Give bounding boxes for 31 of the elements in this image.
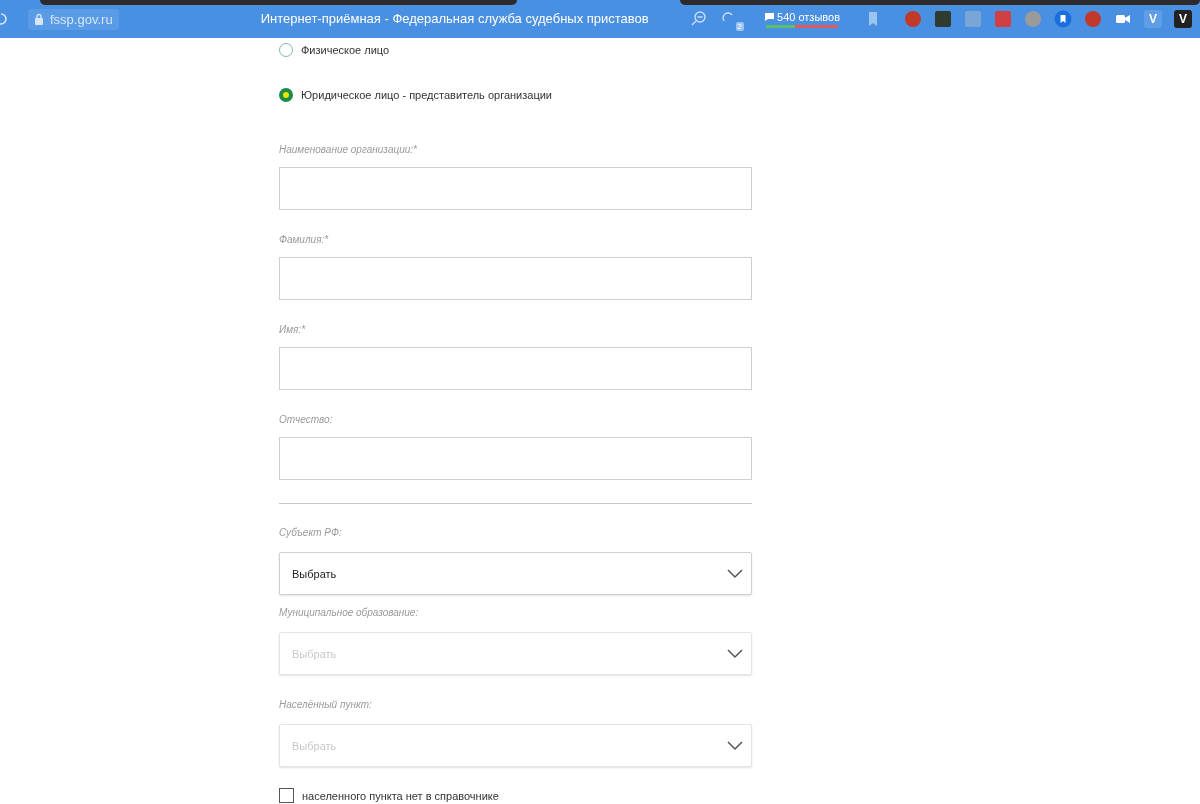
chevron-down-icon <box>727 740 743 751</box>
rating-bar <box>766 24 838 28</box>
page-title: Интернет-приёмная - Федеральная служба судебных приставов <box>260 11 649 27</box>
field-label: Населённый пункт: <box>279 699 373 711</box>
chevron-down-icon <box>727 648 743 659</box>
lock-icon <box>34 13 44 25</box>
radio-label: Юридическое лицо - представитель организации <box>301 88 552 102</box>
input-field[interactable] <box>279 347 752 390</box>
speech-bubble-icon <box>764 11 776 22</box>
field-label: Отчество: <box>279 414 334 426</box>
field-label: Муниципальное образование: <box>279 607 420 619</box>
dropdown[interactable]: Выбрать <box>279 552 752 595</box>
input-field[interactable] <box>279 167 752 210</box>
input-field[interactable] <box>279 437 752 480</box>
zoom-out-icon[interactable] <box>690 10 709 28</box>
bookmark-icon[interactable] <box>1054 10 1072 28</box>
radio-button[interactable] <box>279 88 293 102</box>
field-label: Наименование организации:* <box>279 144 418 156</box>
chevron-down-icon <box>727 568 743 579</box>
field-label: Фамилия:* <box>279 234 330 246</box>
field-label: Имя:* <box>279 324 307 336</box>
checkbox[interactable] <box>279 788 294 803</box>
radio-label: Физическое лицо <box>301 43 390 57</box>
address-bar[interactable]: fssp.gov.ru <box>28 8 119 30</box>
tab-count-badge: 2 <box>735 22 745 31</box>
extension-button[interactable]: V <box>1144 10 1162 28</box>
reviews-link[interactable]: 540 отзывов <box>764 10 840 23</box>
extension-button[interactable]: V <box>1174 10 1192 28</box>
input-field[interactable] <box>279 257 752 300</box>
checkbox-label: населенного пункта нет в справочнике <box>302 788 499 803</box>
field-label: Субъект РФ: <box>279 527 343 539</box>
